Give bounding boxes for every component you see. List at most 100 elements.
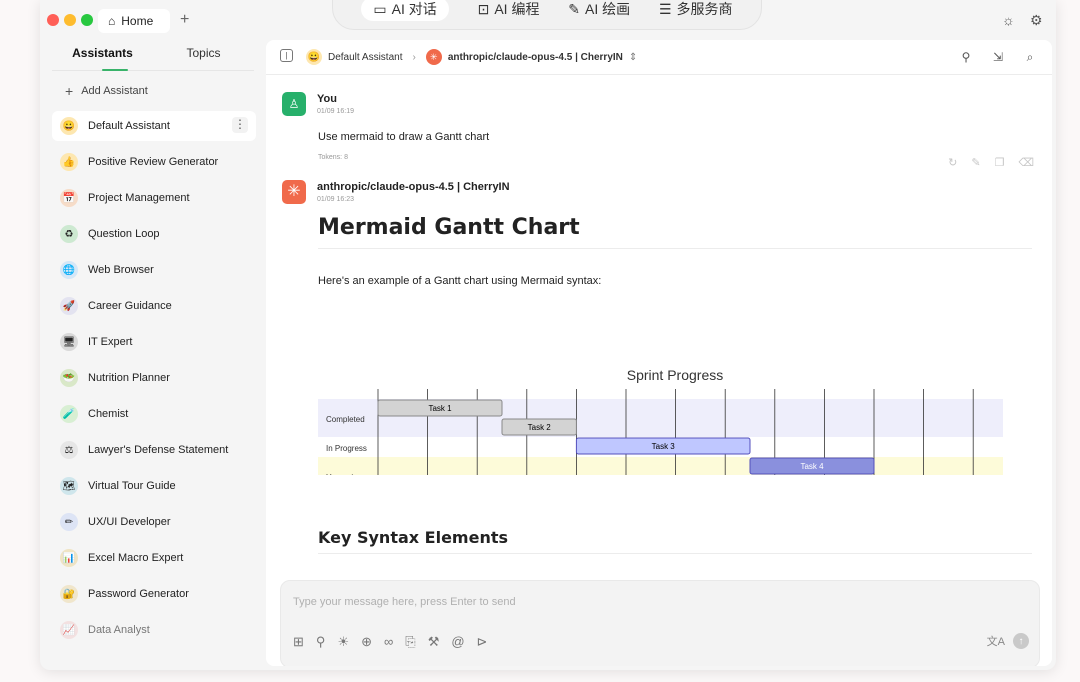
assistant-label: Chemist (88, 408, 129, 420)
assistant-item[interactable]: ✏ UX/UI Developer (52, 507, 256, 537)
model-selector[interactable]: anthropic/claude-opus-4.5 | CherryIN (448, 52, 623, 63)
assistant-item[interactable]: 🔐 Password Generator (52, 579, 256, 609)
token-count: Tokens: 8 (318, 154, 348, 161)
message-input[interactable]: Type your message here, press Enter to s… (293, 596, 516, 608)
assistant-item[interactable]: 📊 Excel Macro Expert (52, 543, 256, 573)
assistant-item[interactable]: 📈 Data Analyst (52, 615, 256, 645)
response-heading: Mermaid Gantt Chart (318, 215, 1032, 249)
assistant-emoji-icon: ✏ (60, 513, 78, 531)
server-icon: ☰ (658, 0, 672, 17)
breadcrumb: 😀 Default Assistant › ✳ anthropic/claude… (306, 49, 637, 65)
assistant-emoji-icon: 📈 (60, 621, 78, 639)
assistant-list: 😀 Default Assistant ⋮ 👍 Positive Review Gene… (40, 111, 266, 645)
tab-assistants[interactable]: Assistants (52, 40, 153, 70)
translate-icon[interactable]: 文A (987, 633, 1005, 649)
sidebar: Assistants Topics + Add Assistant 😀 Defau… (40, 40, 266, 670)
plus-icon: + (65, 83, 74, 99)
assistant-avatar: 😀 (306, 49, 322, 65)
assistant-item[interactable]: ⚖ Lawyer's Defense Statement (52, 435, 256, 465)
play-circle-icon[interactable]: ⊳ (477, 634, 488, 650)
user-name: You (317, 93, 337, 105)
add-assistant-button[interactable]: + Add Assistant (40, 71, 266, 111)
add-assistant-label: Add Assistant (81, 85, 148, 97)
assistant-item[interactable]: 🥗 Nutrition Planner (52, 363, 256, 393)
active-tab-indicator (102, 69, 128, 71)
chevron-updown-icon: ⇕ (628, 51, 638, 63)
globe-icon[interactable]: ⊕ (361, 634, 372, 650)
assistant-item[interactable]: 🖥 IT Expert (52, 327, 256, 357)
sliders-icon[interactable]: ⚲ (958, 49, 974, 65)
more-options-icon[interactable]: ⋮ (232, 117, 248, 133)
assistant-item[interactable]: ♻ Question Loop (52, 219, 256, 249)
close-window-button[interactable] (47, 14, 59, 26)
section-heading: Key Syntax Elements (318, 528, 1032, 554)
assistant-emoji-icon: 🌐 (60, 261, 78, 279)
assistant-label: Password Generator (88, 588, 189, 600)
assistant-item[interactable]: 🚀 Career Guidance (52, 291, 256, 321)
assistant-emoji-icon: 🥗 (60, 369, 78, 387)
message-input-box[interactable]: Type your message here, press Enter to s… (280, 580, 1040, 666)
nav-ai-painting-label: AI 绘画 (585, 1, 631, 17)
search-icon[interactable]: ⌕ (1022, 49, 1038, 65)
assistant-emoji-icon: 📅 (60, 189, 78, 207)
chart-title: Sprint Progress (627, 367, 723, 383)
tab-topics[interactable]: Topics (153, 40, 254, 70)
settings-gear-icon[interactable]: ⚙ (1030, 12, 1043, 29)
nav-ai-chat[interactable]: ▭ AI 对话 (361, 0, 449, 21)
user-message-text: Use mermaid to draw a Gantt chart (318, 131, 490, 143)
nav-ai-coding-label: AI 编程 (494, 1, 540, 17)
knowledge-icon[interactable]: ⎘ (405, 634, 415, 650)
message-actions: ↻ ✎ ❐ ⌫ (948, 156, 1034, 169)
assistant-label: Question Loop (88, 228, 160, 240)
tools-icon[interactable]: ⚒ (428, 634, 440, 650)
claude-avatar-icon: ✳ (282, 180, 306, 204)
task-label: Task 1 (428, 404, 452, 413)
nav-ai-painting[interactable]: ✎ AI 绘画 (568, 0, 630, 19)
copy-icon[interactable]: ❐ (995, 156, 1005, 169)
send-button[interactable]: ↑ (1013, 633, 1029, 649)
nav-providers[interactable]: ☰ 多服务商 (659, 0, 733, 19)
regenerate-icon[interactable]: ↻ (948, 156, 957, 169)
assistant-item[interactable]: 🌐 Web Browser (52, 255, 256, 285)
assistant-item[interactable]: 👍 Positive Review Generator (52, 147, 256, 177)
attachment-icon[interactable]: ⚲ (316, 634, 326, 650)
assistant-label: Project Management (88, 192, 190, 204)
assistant-label: Nutrition Planner (88, 372, 170, 384)
expand-icon[interactable]: ⇲ (990, 49, 1006, 65)
section-label: Upcoming (326, 473, 362, 475)
assistant-label: Virtual Tour Guide (88, 480, 176, 492)
assistant-item[interactable]: 🗺 Virtual Tour Guide (52, 471, 256, 501)
home-tab[interactable]: ⌂ Home (98, 9, 170, 33)
link-icon[interactable]: ∞ (384, 634, 393, 650)
theme-toggle-icon[interactable]: ☼ (1002, 12, 1015, 28)
assistant-timestamp: 01/09 16:23 (317, 196, 354, 203)
assistant-emoji-icon: 👍 (60, 153, 78, 171)
minimize-window-button[interactable] (64, 14, 76, 26)
gantt-chart: CompletedIn ProgressUpcoming2024-01-0120… (318, 367, 1003, 475)
task-label: Task 4 (800, 462, 824, 471)
sidebar-tabs: Assistants Topics (52, 40, 254, 71)
task-label: Task 2 (528, 423, 552, 432)
mention-icon[interactable]: @ (451, 634, 464, 650)
chat-topbar: | 😀 Default Assistant › ✳ anthropic/clau… (266, 40, 1052, 75)
new-topic-icon[interactable]: ⊞ (293, 634, 304, 650)
assistant-emoji-icon: 🧪 (60, 405, 78, 423)
assistant-item[interactable]: 😀 Default Assistant ⋮ (52, 111, 256, 141)
lightbulb-icon[interactable]: ☀ (337, 634, 349, 650)
top-nav: ▭ AI 对话 ⊡ AI 编程 ✎ AI 绘画 ☰ 多服务商 (332, 0, 762, 30)
new-tab-button[interactable]: + (180, 11, 189, 29)
maximize-window-button[interactable] (81, 14, 93, 26)
assistant-item[interactable]: 🧪 Chemist (52, 399, 256, 429)
assistant-emoji-icon: 🚀 (60, 297, 78, 315)
edit-icon[interactable]: ✎ (971, 156, 980, 169)
nav-ai-coding[interactable]: ⊡ AI 编程 (478, 0, 540, 19)
breadcrumb-assistant[interactable]: Default Assistant (328, 52, 402, 63)
assistant-label: IT Expert (88, 336, 133, 348)
assistant-label: UX/UI Developer (88, 516, 171, 528)
delete-icon[interactable]: ⌫ (1018, 156, 1034, 169)
assistant-label: Excel Macro Expert (88, 552, 184, 564)
toggle-sidebar-icon[interactable]: | (280, 49, 293, 62)
assistant-item[interactable]: 📅 Project Management (52, 183, 256, 213)
home-icon: ⌂ (108, 14, 116, 28)
nav-ai-chat-label: AI 对话 (391, 1, 437, 17)
